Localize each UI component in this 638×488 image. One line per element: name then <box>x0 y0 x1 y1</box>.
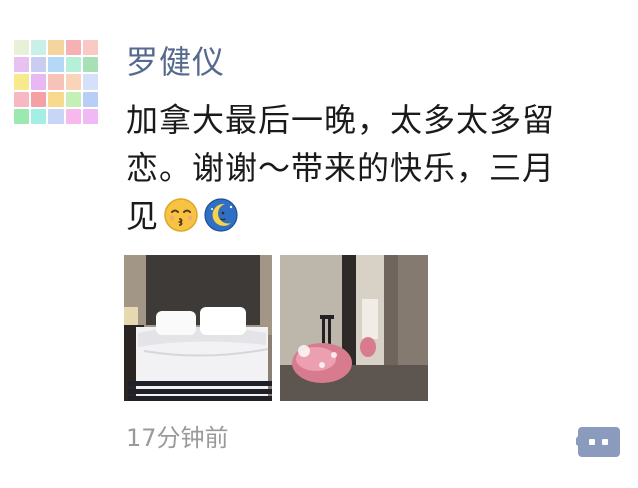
avatar-cell <box>14 40 30 56</box>
author-name[interactable]: 罗健仪 <box>126 40 225 84</box>
post-text-line: 恋。谢谢～带来的快乐，三月 <box>126 149 556 187</box>
avatar-cell <box>31 40 47 56</box>
post-timestamp: 17分钟前 <box>126 424 229 452</box>
avatar-cell <box>82 57 98 73</box>
avatar-cell <box>48 91 64 107</box>
avatar-cell <box>82 108 98 124</box>
post-text-line: 加拿大最后一晚，太多太多留 <box>126 101 556 139</box>
avatar-cell <box>48 108 64 124</box>
hotel-bed-photo[interactable] <box>124 255 272 401</box>
avatar-cell <box>31 91 47 107</box>
crescent-moon-icon <box>203 197 239 233</box>
avatar-cell <box>31 74 47 90</box>
avatar-cell <box>31 57 47 73</box>
avatar-cell <box>48 74 64 90</box>
kissing-face-icon <box>163 197 199 233</box>
comment-icon[interactable] <box>573 424 622 460</box>
avatar-cell <box>14 57 30 73</box>
avatar-cell <box>82 91 98 107</box>
avatar-cell <box>14 108 30 124</box>
identicon-avatar[interactable] <box>14 40 98 124</box>
avatar-cell <box>65 40 81 56</box>
moments-post: 罗健仪 加拿大最后一晚，太多太多留 恋。谢谢～带来的快乐，三月 见 17分钟前 <box>0 0 638 488</box>
avatar-cell <box>65 91 81 107</box>
avatar-cell <box>48 57 64 73</box>
avatar-cell <box>82 40 98 56</box>
avatar-cell <box>14 91 30 107</box>
post-text-line: 见 <box>126 192 616 240</box>
avatar-cell <box>65 57 81 73</box>
avatar-cell <box>14 74 30 90</box>
avatar-cell <box>65 108 81 124</box>
avatar-cell <box>31 108 47 124</box>
luggage-doorway-photo[interactable] <box>280 255 428 401</box>
avatar-cell <box>65 74 81 90</box>
avatar-cell <box>48 40 64 56</box>
post-text-last-line: 见 <box>126 197 160 235</box>
post-text: 加拿大最后一晚，太多太多留 恋。谢谢～带来的快乐，三月 见 <box>126 96 616 240</box>
avatar-cell <box>82 74 98 90</box>
